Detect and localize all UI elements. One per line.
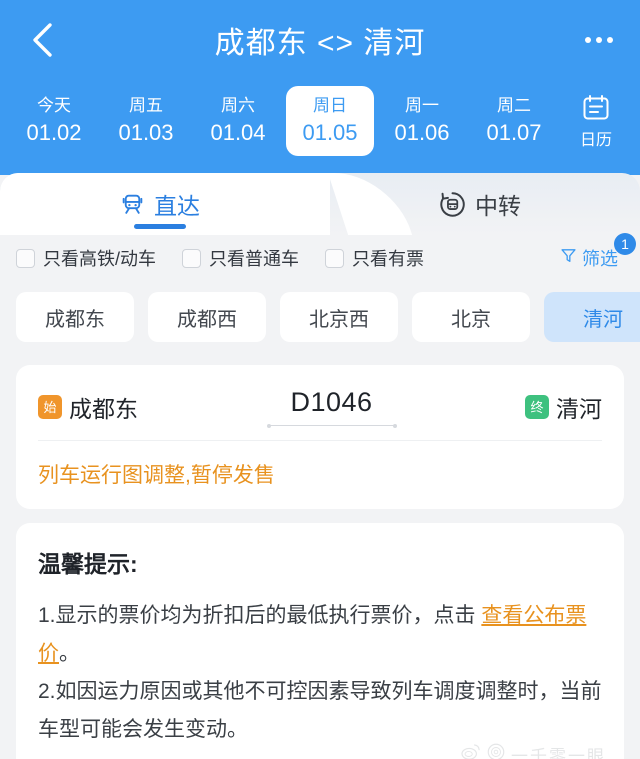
calendar-label: 日历 xyxy=(579,131,612,149)
checkbox-label: 只看有票 xyxy=(352,249,425,269)
train-row: 始 成都东 D1046 终 清河 xyxy=(16,365,624,440)
checkbox-available-tickets-only[interactable]: 只看有票 xyxy=(325,245,424,271)
date-number: 01.03 xyxy=(118,120,174,145)
destination-station-name: 清河 xyxy=(556,395,602,422)
station-chips-row[interactable]: 成都东 成都西 北京西 北京 清河 xyxy=(0,283,640,359)
tab-direct-label: 直达 xyxy=(154,193,200,219)
train-status-notice: 列车运行图调整,暂停发售 xyxy=(38,464,275,487)
station-chip-label: 成都西 xyxy=(177,308,237,331)
station-chip-2[interactable]: 北京西 xyxy=(280,292,398,342)
station-chip-3[interactable]: 北京 xyxy=(412,292,530,342)
date-number: 01.02 xyxy=(26,120,82,145)
origin-station: 始 成都东 xyxy=(38,390,138,424)
date-weekday: 周五 xyxy=(129,96,163,115)
checkbox-normal-train-only[interactable]: 只看普通车 xyxy=(182,245,299,271)
app-screen: 成都东 <> 清河 今天 01.02 周五 01.03 周六 01.04 周日 xyxy=(0,0,640,759)
checkbox-box[interactable] xyxy=(16,248,35,268)
train-icon xyxy=(120,192,145,217)
date-number: 01.06 xyxy=(394,120,450,145)
station-chip-label: 清河 xyxy=(583,308,623,331)
date-item-5[interactable]: 周二 01.07 xyxy=(470,86,558,156)
origin-badge: 始 xyxy=(38,394,62,419)
checkbox-high-speed-only[interactable]: 只看高铁/动车 xyxy=(16,245,156,271)
tips-item-2: 2.如因运力原因或其他不可控因素导致列车调度调整时，当前车型可能会发生变动。 xyxy=(38,680,602,741)
origin-station-name: 成都东 xyxy=(69,395,138,422)
train-result-card[interactable]: 始 成都东 D1046 终 清河 列车运行图调整,暂停发售 xyxy=(16,365,624,509)
checkbox-box[interactable] xyxy=(325,248,345,268)
checkbox-box[interactable] xyxy=(182,248,202,268)
more-dot xyxy=(585,37,591,43)
tab-active-underline xyxy=(134,224,186,229)
station-chip-label: 北京西 xyxy=(309,308,369,331)
tips-title: 温馨提示: xyxy=(38,551,138,577)
station-chip-1[interactable]: 成都西 xyxy=(148,292,266,342)
app-header: 成都东 <> 清河 今天 01.02 周五 01.03 周六 01.04 周日 xyxy=(0,0,640,175)
destination-badge: 终 xyxy=(525,394,549,419)
date-selector: 今天 01.02 周五 01.03 周六 01.04 周日 01.05 周一 0… xyxy=(0,80,640,162)
station-chip-4-selected[interactable]: 清河 xyxy=(544,292,640,342)
station-chip-label: 北京 xyxy=(451,308,491,331)
date-number: 01.04 xyxy=(210,120,266,145)
more-dot xyxy=(596,37,602,43)
filter-count-badge: 1 xyxy=(614,233,636,255)
station-chip-0[interactable]: 成都东 xyxy=(16,292,134,342)
date-weekday: 周六 xyxy=(221,96,255,115)
train-number: D1046 xyxy=(290,387,373,417)
date-number: 01.07 xyxy=(486,120,542,145)
checkbox-label: 只看普通车 xyxy=(209,249,300,269)
more-options-button[interactable] xyxy=(576,20,622,60)
tips-item-1-suffix: 。 xyxy=(59,642,80,665)
transfer-train-icon xyxy=(439,191,466,218)
date-item-4[interactable]: 周一 01.06 xyxy=(378,86,466,156)
station-chip-label: 成都东 xyxy=(45,308,105,331)
date-item-0[interactable]: 今天 01.02 xyxy=(10,86,98,156)
destination-station: 终 清河 xyxy=(525,390,602,424)
more-dot xyxy=(607,37,613,43)
filter-button[interactable]: 筛选 1 xyxy=(560,233,636,271)
train-number-block: D1046 xyxy=(138,387,525,428)
date-number: 01.05 xyxy=(302,120,358,145)
date-weekday: 周一 xyxy=(405,96,439,115)
back-button[interactable] xyxy=(20,18,64,62)
calendar-button[interactable]: 日历 xyxy=(560,80,632,162)
tips-item-1: 1.显示的票价均为折扣后的最低执行票价，点击 查看公布票价。 xyxy=(38,597,602,673)
route-line xyxy=(266,423,397,428)
chevron-left-icon xyxy=(29,21,55,59)
tab-transfer-label: 中转 xyxy=(475,193,521,219)
date-weekday: 周日 xyxy=(313,96,347,115)
tips-card: 温馨提示: 1.显示的票价均为折扣后的最低执行票价，点击 查看公布票价。 2.如… xyxy=(16,523,624,759)
nav-bar: 成都东 <> 清河 xyxy=(0,0,640,80)
checkbox-label: 只看高铁/动车 xyxy=(43,249,157,269)
funnel-icon xyxy=(560,247,577,269)
filter-button-label: 筛选 xyxy=(582,249,618,269)
page-title: 成都东 <> 清河 xyxy=(214,27,426,60)
date-item-2[interactable]: 周六 01.04 xyxy=(194,86,282,156)
date-weekday: 今天 xyxy=(37,96,71,115)
date-item-1[interactable]: 周五 01.03 xyxy=(102,86,190,156)
date-item-3-selected[interactable]: 周日 01.05 xyxy=(286,86,374,156)
tips-item-1-text: 1.显示的票价均为折扣后的最低执行票价，点击 xyxy=(38,604,482,627)
calendar-icon xyxy=(581,93,611,128)
date-weekday: 周二 xyxy=(497,96,531,115)
tab-bar: 直达 中转 xyxy=(0,173,640,235)
tab-transfer[interactable]: 中转 xyxy=(320,173,640,235)
filter-options-row: 只看高铁/动车 只看普通车 只看有票 筛选 1 xyxy=(0,233,640,283)
tab-direct[interactable]: 直达 xyxy=(0,173,320,235)
